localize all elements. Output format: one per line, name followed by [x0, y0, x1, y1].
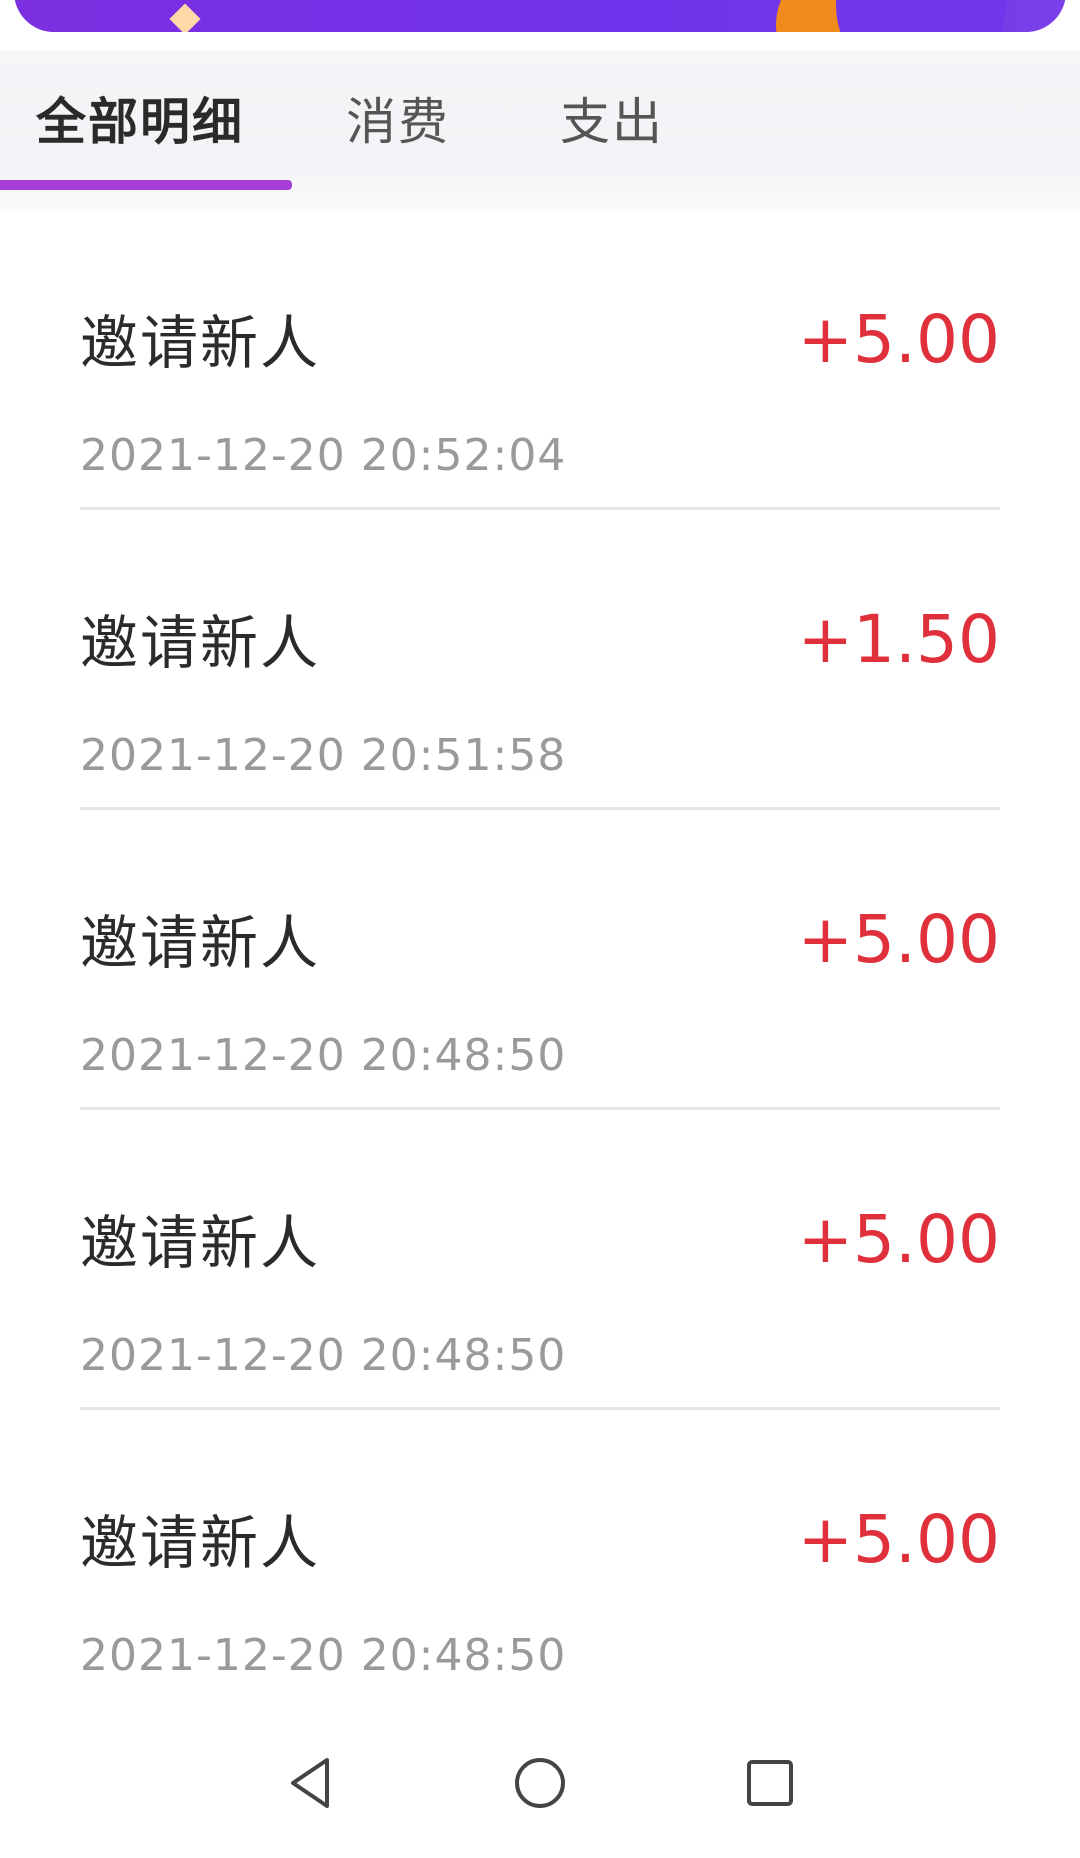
- tab-consume[interactable]: 消费: [346, 92, 450, 152]
- transaction-title: 邀请新人: [80, 1209, 321, 1277]
- home-circle-icon[interactable]: [510, 1753, 570, 1813]
- transaction-amount: +5.00: [797, 1201, 1000, 1278]
- star-decoration-icon: [169, 3, 201, 32]
- transaction-row[interactable]: 邀请新人 +5.00 2021-12-20 20:48:50: [0, 1110, 1080, 1410]
- transaction-title: 邀请新人: [80, 609, 321, 677]
- transaction-amount: +5.00: [797, 301, 1000, 378]
- tab-all-details[interactable]: 全部明细: [36, 92, 244, 152]
- transaction-time: 2021-12-20 20:48:50: [80, 1630, 567, 1681]
- transaction-title: 邀请新人: [80, 1509, 321, 1577]
- transaction-time: 2021-12-20 20:52:04: [80, 430, 567, 481]
- transaction-title: 邀请新人: [80, 309, 321, 377]
- transaction-amount: +5.00: [797, 1501, 1000, 1578]
- transaction-time: 2021-12-20 20:51:58: [80, 730, 567, 781]
- transaction-amount: +1.50: [797, 601, 1000, 678]
- transaction-list: 邀请新人 +5.00 2021-12-20 20:52:04 邀请新人 +1.5…: [0, 210, 1080, 1710]
- transaction-row[interactable]: 邀请新人 +5.00 2021-12-20 20:52:04: [0, 210, 1080, 510]
- transaction-title: 邀请新人: [80, 909, 321, 977]
- back-triangle-icon[interactable]: [280, 1753, 340, 1813]
- transaction-amount: +5.00: [797, 901, 1000, 978]
- active-tab-indicator: [0, 180, 292, 190]
- screen: 全部明细 消费 支出 邀请新人 +5.00 2021-12-20 20:52:0…: [0, 0, 1080, 1858]
- purple-decoration-icon: [836, 0, 1006, 32]
- transaction-time: 2021-12-20 20:48:50: [80, 1330, 567, 1381]
- recent-square-icon[interactable]: [740, 1753, 800, 1813]
- top-banner[interactable]: [14, 0, 1066, 32]
- transaction-row[interactable]: 邀请新人 +1.50 2021-12-20 20:51:58: [0, 510, 1080, 810]
- transaction-row[interactable]: 邀请新人 +5.00 2021-12-20 20:48:50: [0, 810, 1080, 1110]
- transaction-row[interactable]: 邀请新人 +5.00 2021-12-20 20:48:50: [0, 1410, 1080, 1710]
- tab-bar: 全部明细 消费 支出: [0, 50, 1080, 210]
- transaction-time: 2021-12-20 20:48:50: [80, 1030, 567, 1081]
- tab-expense[interactable]: 支出: [560, 92, 664, 152]
- system-navigation-bar: [0, 1708, 1080, 1858]
